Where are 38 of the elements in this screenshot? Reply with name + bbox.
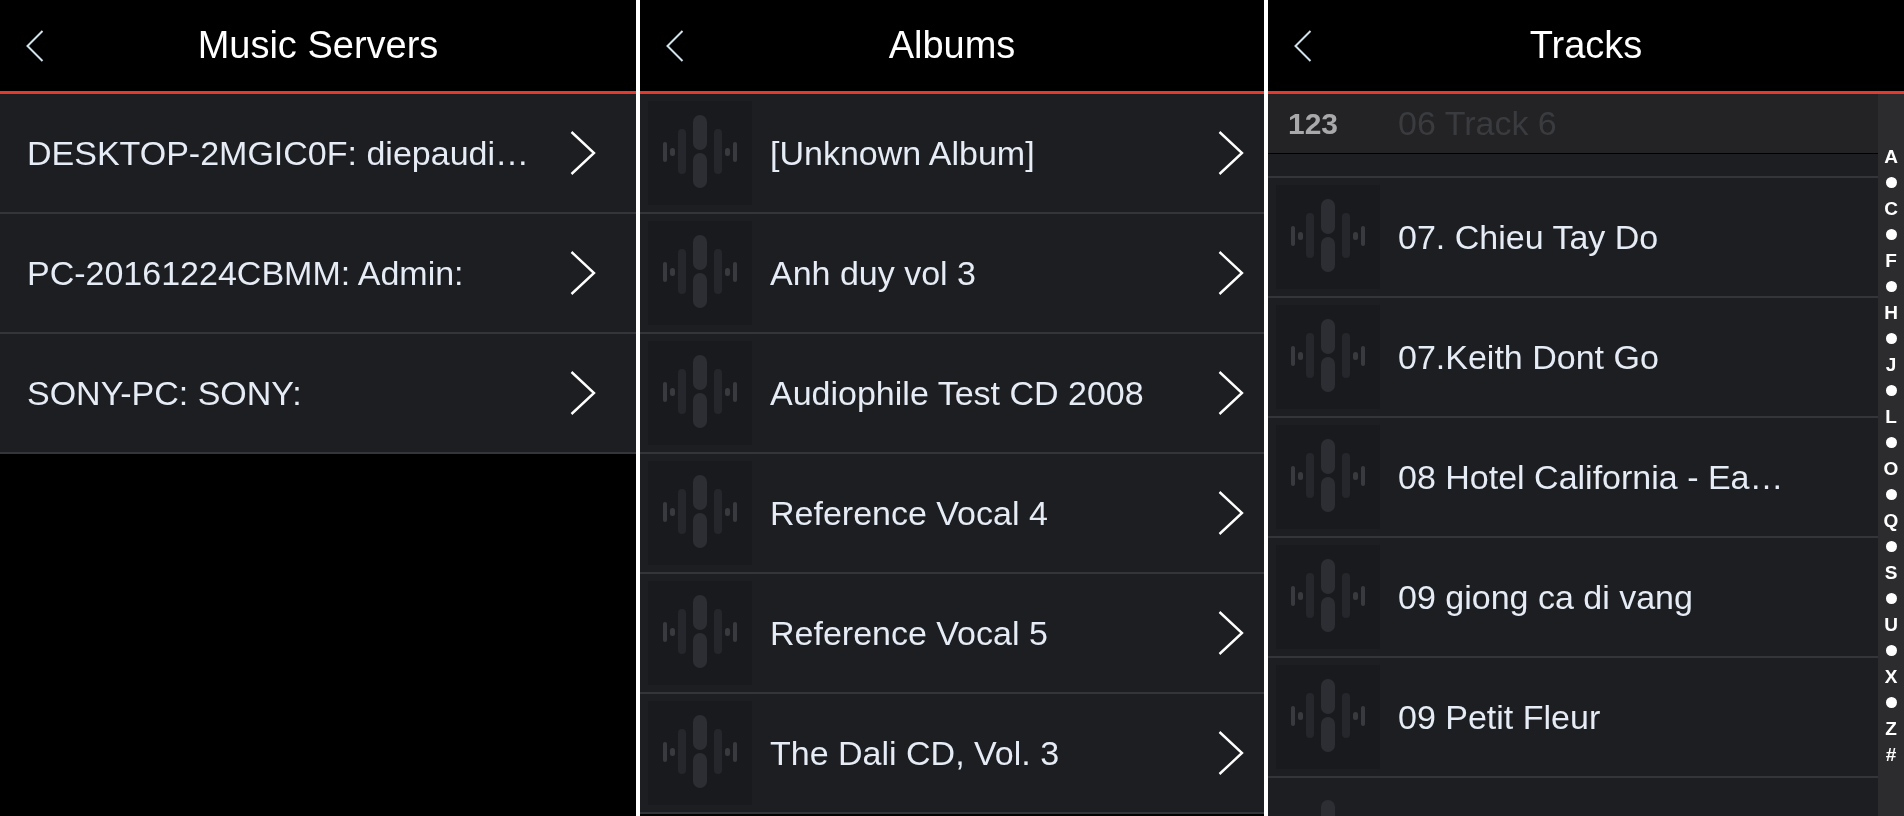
index-letter[interactable]: X: [1884, 663, 1898, 689]
index-letter[interactable]: J: [1885, 351, 1897, 377]
index-letter[interactable]: H: [1884, 299, 1898, 325]
index-letter[interactable]: L: [1885, 403, 1897, 429]
list-item[interactable]: 08 Hotel California - Ea…: [1268, 418, 1878, 538]
back-icon: [1294, 29, 1312, 62]
list-item[interactable]: SONY-PC: SONY:: [0, 334, 636, 454]
index-letter[interactable]: Q: [1883, 507, 1899, 533]
back-button[interactable]: [1294, 29, 1312, 62]
list-item[interactable]: The Dali CD, Vol. 3: [640, 694, 1264, 814]
index-letter[interactable]: S: [1884, 559, 1898, 585]
index-letter[interactable]: U: [1884, 611, 1898, 637]
index-letter[interactable]: C: [1884, 195, 1898, 221]
index-letter[interactable]: #: [1885, 741, 1897, 767]
list-item[interactable]: [Unknown Album]: [640, 94, 1264, 214]
list-item[interactable]: Audiophile Test CD 2008: [640, 334, 1264, 454]
back-icon: [666, 29, 684, 62]
index-letter[interactable]: A: [1884, 143, 1898, 169]
panel-title: Music Servers: [197, 22, 439, 68]
panel-title: Tracks: [1529, 22, 1643, 68]
index-bar[interactable]: A C F H J L O Q S U X Z #: [1878, 94, 1904, 816]
list-item[interactable]: 07.Keith Dont Go: [1268, 298, 1878, 418]
list-item[interactable]: 07. Chieu Tay Do: [1268, 178, 1878, 298]
list-item[interactable]: DESKTOP-2MGIC0F: diepaudi…: [0, 94, 636, 214]
back-button[interactable]: [26, 29, 44, 62]
index-letter[interactable]: F: [1885, 247, 1897, 273]
index-letter[interactable]: Z: [1885, 715, 1897, 741]
list-item[interactable]: 09 Petit Fleur: [1268, 658, 1878, 778]
section-label: 123: [1288, 108, 1339, 139]
list-item[interactable]: Reference Vocal 4: [640, 454, 1264, 574]
back-icon: [26, 29, 44, 62]
panel-title: Albums: [888, 22, 1016, 68]
list-item[interactable]: PC-20161224CBMM: Admin:: [0, 214, 636, 334]
index-letter[interactable]: O: [1883, 455, 1899, 481]
list-item[interactable]: Anh duy vol 3: [640, 214, 1264, 334]
list-item[interactable]: 09 giong ca di vang: [1268, 538, 1878, 658]
list-item[interactable]: Reference Vocal 5: [640, 574, 1264, 694]
back-button[interactable]: [666, 29, 684, 62]
